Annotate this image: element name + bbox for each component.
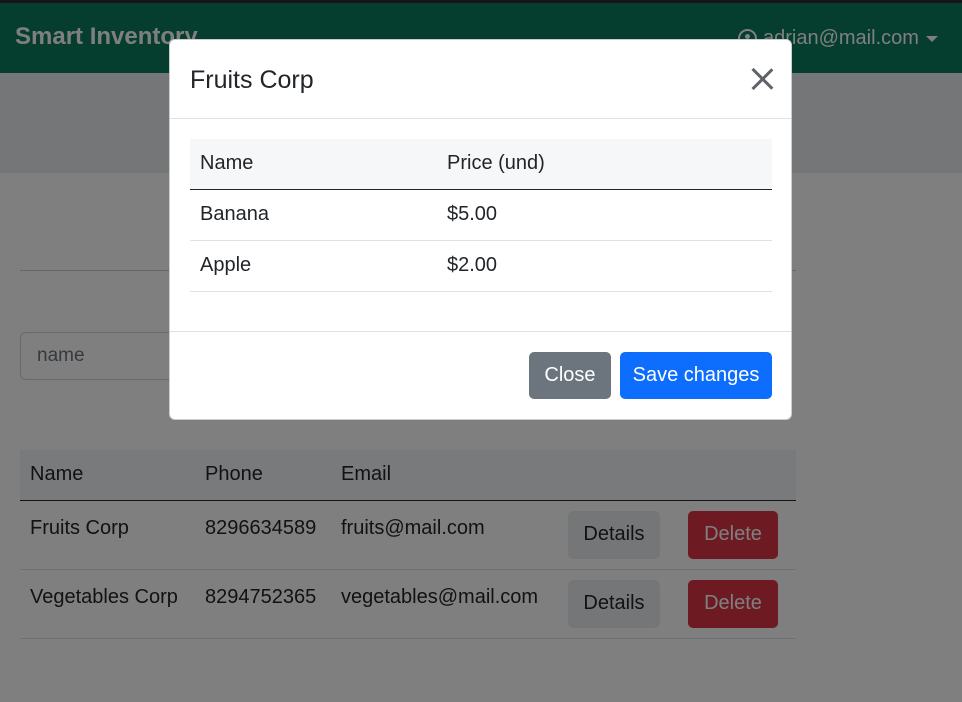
column-header-name: Name — [190, 139, 437, 190]
modal-title: Fruits Corp — [190, 66, 314, 94]
table-header-row: Name Price (und) — [190, 139, 772, 190]
modal-footer: Close Save changes — [170, 332, 791, 420]
product-price: $5.00 — [437, 189, 772, 241]
column-header-price: Price (und) — [437, 139, 772, 190]
modal-header: Fruits Corp — [170, 40, 791, 119]
products-table: Name Price (und) Banana $5.00 Apple $2.0… — [190, 139, 772, 292]
supplier-details-modal: Fruits Corp Name Price (und) Banana $5.0… — [169, 39, 792, 420]
product-name: Apple — [190, 240, 437, 292]
close-icon[interactable] — [750, 67, 774, 91]
table-row: Apple $2.00 — [190, 240, 772, 292]
product-name: Banana — [190, 189, 437, 241]
save-changes-button[interactable]: Save changes — [620, 352, 772, 399]
table-row: Banana $5.00 — [190, 189, 772, 241]
product-price: $2.00 — [437, 240, 772, 292]
close-button[interactable]: Close — [529, 352, 611, 399]
modal-body: Name Price (und) Banana $5.00 Apple $2.0… — [170, 119, 791, 332]
